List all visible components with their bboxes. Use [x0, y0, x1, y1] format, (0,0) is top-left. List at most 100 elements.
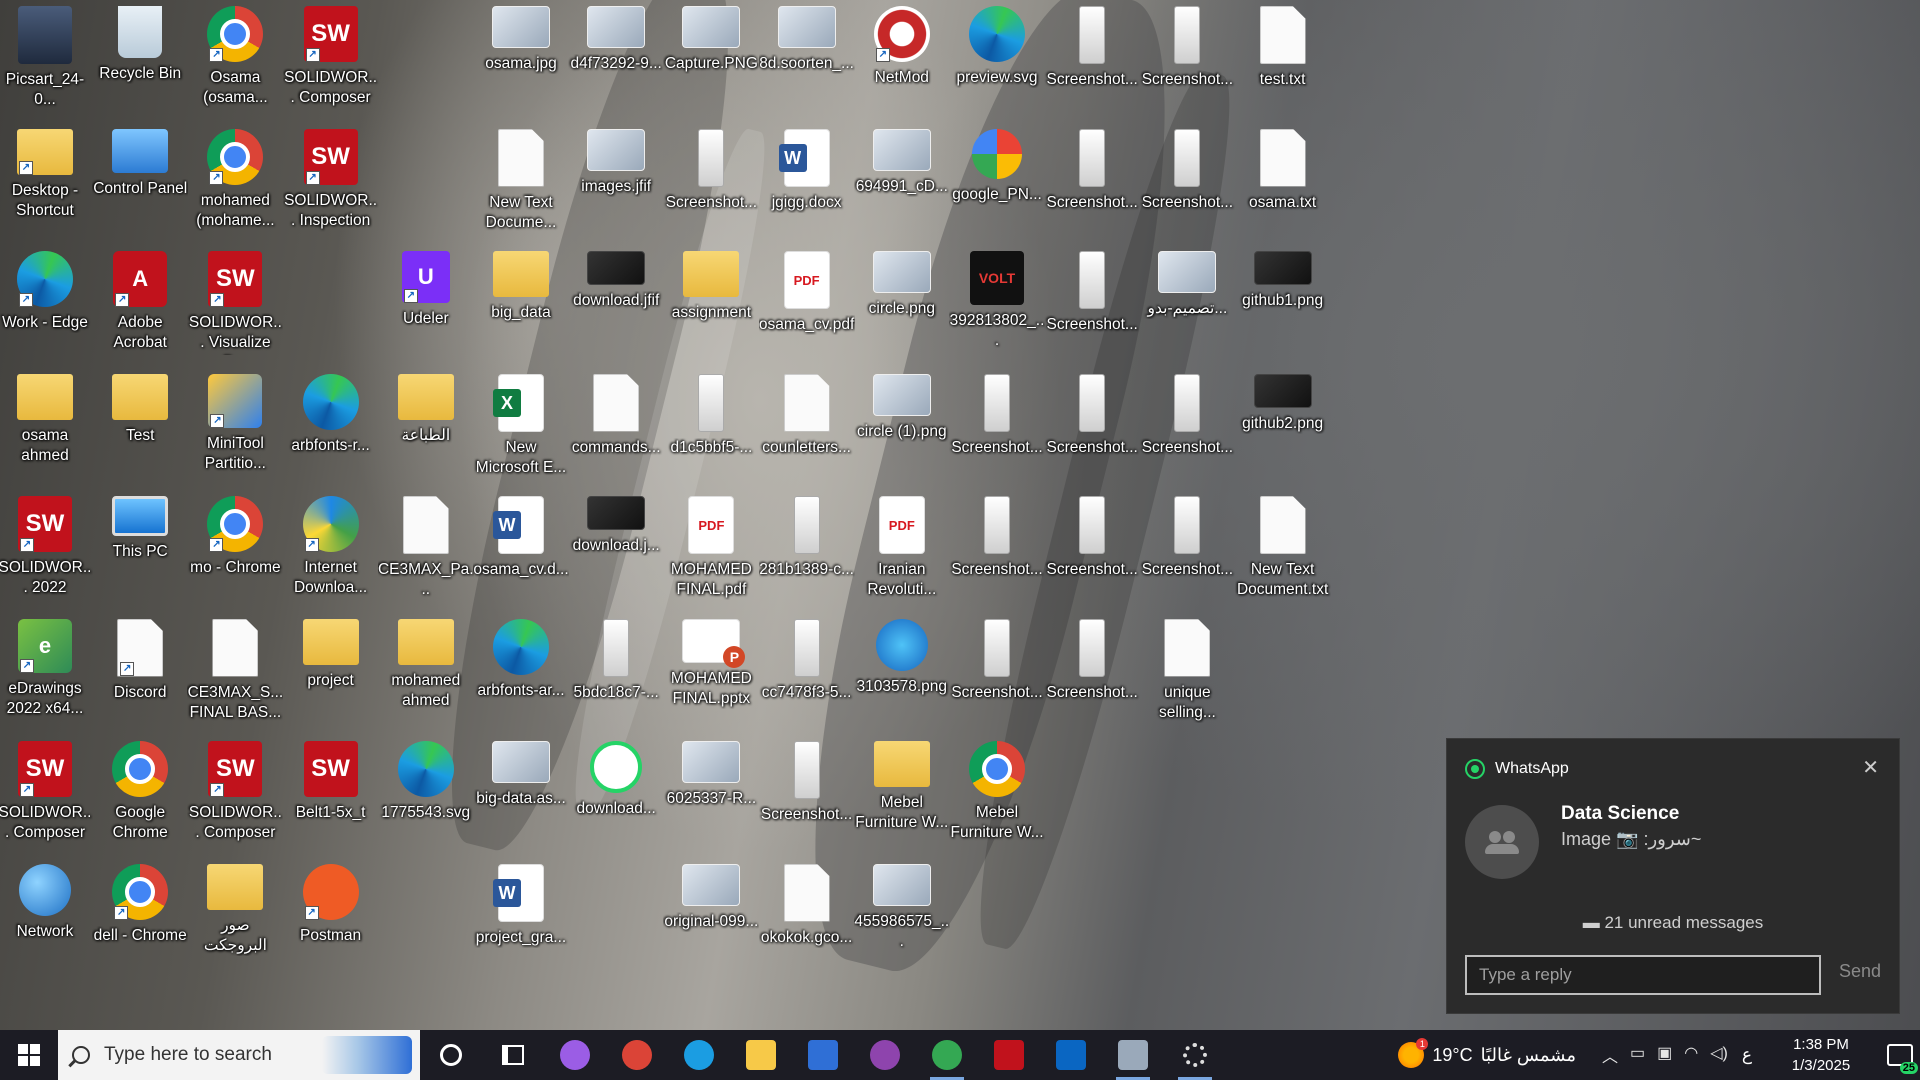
desktop-icon[interactable]: unique selling...: [1141, 613, 1233, 731]
desktop-icon[interactable]: Google Chrome: [94, 735, 186, 853]
desktop-icon[interactable]: ↗ Discord: [94, 613, 186, 731]
desktop-icon[interactable]: Picsart_24-0...: [0, 0, 91, 118]
desktop-icon[interactable]: New Microsoft E...: [475, 368, 567, 486]
desktop-icon[interactable]: ↗ Internet Downloa...: [285, 490, 377, 608]
desktop-icon[interactable]: ↗ mo - Chrome: [189, 490, 281, 608]
desktop-icon[interactable]: SW↗ SOLIDWOR... Composer ...: [0, 735, 92, 853]
desktop-icon[interactable]: Screenshot...: [1046, 368, 1138, 486]
desktop-icon[interactable]: Control Panel: [93, 123, 187, 241]
desktop-icon[interactable]: ↗ dell - Chrome: [94, 858, 187, 976]
desktop-icon[interactable]: google_PN...: [951, 123, 1043, 241]
desktop-icon[interactable]: github1.png: [1237, 245, 1329, 363]
taskbar-app-edge[interactable]: [668, 1030, 730, 1080]
desktop-icon[interactable]: jgigg.docx: [761, 123, 853, 241]
close-icon[interactable]: ✕: [1862, 755, 1879, 780]
desktop-icon[interactable]: test.txt: [1237, 0, 1329, 118]
desktop-icon[interactable]: ↗ mohamed (mohame...: [189, 123, 281, 241]
desktop-icon[interactable]: 694991_cD...: [856, 123, 948, 241]
desktop-icon[interactable]: Screenshot...: [1046, 613, 1138, 731]
desktop-icon[interactable]: okokok.gco...: [761, 858, 853, 976]
desktop-icon[interactable]: original-099...: [664, 858, 758, 976]
desktop-icon[interactable]: cc7478f3-5...: [761, 613, 853, 731]
desktop-icon[interactable]: d4f73292-9...: [570, 0, 662, 118]
desktop-icon[interactable]: commands...: [570, 368, 662, 486]
desktop-icon[interactable]: 5bdc18c7-...: [570, 613, 662, 731]
desktop-icon[interactable]: صور البروجكت: [189, 858, 281, 976]
desktop-icon[interactable]: osama.jpg: [475, 0, 567, 118]
desktop-icon[interactable]: ↗ NetMod: [856, 0, 948, 118]
desktop-icon[interactable]: Screenshot...: [951, 490, 1043, 608]
desktop-icon[interactable]: VOLT 392813802_...: [950, 245, 1044, 363]
taskbar-app-acrobat[interactable]: [978, 1030, 1040, 1080]
desktop-icon[interactable]: ↗ Desktop - Shortcut: [0, 123, 91, 241]
taskbar-app-chrome[interactable]: [606, 1030, 668, 1080]
desktop-icon[interactable]: ↗ Postman: [285, 858, 377, 976]
meet-now-icon[interactable]: ▣: [1657, 1043, 1672, 1067]
desktop-icon[interactable]: PDF MOHAMED FINAL.pdf: [665, 490, 757, 608]
desktop-icon[interactable]: CE3MAX_S... FINAL BAS...: [188, 613, 283, 731]
desktop-icon[interactable]: SW↗ SOLIDWOR... Inspection ...: [284, 123, 377, 241]
desktop-icon[interactable]: الطباعة: [380, 368, 472, 486]
clock[interactable]: 1:38 PM 1/3/2025: [1776, 1034, 1866, 1076]
desktop-icon[interactable]: counletters...: [761, 368, 853, 486]
desktop-icon[interactable]: e ↗ eDrawings 2022 x64...: [0, 613, 91, 731]
desktop-icon[interactable]: PDF Iranian Revoluti...: [856, 490, 948, 608]
taskbar-app-task-view[interactable]: [482, 1030, 544, 1080]
desktop-icon[interactable]: 6025337-R...: [665, 735, 757, 853]
desktop-icon[interactable]: Mebel Furniture W...: [950, 735, 1044, 853]
taskbar-app-cortana[interactable]: [420, 1030, 482, 1080]
send-button[interactable]: Send: [1839, 961, 1881, 982]
desktop-icon[interactable]: osama_cv.d...: [473, 490, 569, 608]
desktop-icon[interactable]: SW ↗ SOLIDWOR... 2022: [0, 490, 92, 608]
desktop-icon[interactable]: Screenshot...: [951, 368, 1043, 486]
taskbar-app-copilot[interactable]: [544, 1030, 606, 1080]
notification-center-button[interactable]: 25: [1880, 1030, 1920, 1080]
desktop-icon[interactable]: arbfonts-r...: [285, 368, 377, 486]
desktop-icon[interactable]: Network: [0, 858, 91, 976]
desktop-icon[interactable]: mohamed ahmed: [380, 613, 472, 731]
desktop-icon[interactable]: CE3MAX_Pa...: [378, 490, 474, 608]
desktop-icon[interactable]: Mebel Furniture W...: [855, 735, 948, 853]
desktop-icon[interactable]: Screenshot...: [1046, 0, 1138, 118]
desktop-icon[interactable]: A ↗ Adobe Acrobat: [94, 245, 186, 363]
desktop-icon[interactable]: download.j...: [570, 490, 662, 608]
volume-icon[interactable]: ◁): [1710, 1043, 1728, 1067]
desktop-icon[interactable]: big-data.as...: [475, 735, 567, 853]
desktop-icon[interactable]: ↗ Osama (osama...: [189, 0, 281, 118]
desktop-icon[interactable]: 455986575_...: [854, 858, 949, 976]
desktop-icon[interactable]: circle (1).png: [856, 368, 948, 486]
taskbar-app-snipping[interactable]: [1102, 1030, 1164, 1080]
whatsapp-notification[interactable]: WhatsApp ✕ Data Science Image 📷 :سرور~ ▬…: [1446, 738, 1900, 1014]
chevron-up-icon[interactable]: ︿: [1602, 1043, 1618, 1067]
desktop-icon[interactable]: SW↗ SOLIDWOR... Composer ...: [189, 735, 282, 853]
taskbar-app-outlook[interactable]: [1040, 1030, 1102, 1080]
desktop-icon[interactable]: تصميم-بدو...: [1141, 245, 1233, 363]
desktop-icon[interactable]: assignment: [665, 245, 757, 363]
taskbar-app-microsoft-store[interactable]: [792, 1030, 854, 1080]
desktop-icon[interactable]: Screenshot...: [1046, 123, 1138, 241]
desktop-icon[interactable]: download...: [570, 735, 662, 853]
desktop-icon[interactable]: osama.txt: [1237, 123, 1329, 241]
desktop-icon[interactable]: Screenshot...: [1141, 123, 1233, 241]
desktop-icon[interactable]: ↗ MiniTool Partitio...: [189, 368, 281, 486]
desktop-icon[interactable]: New Text Document.txt: [1237, 490, 1329, 608]
desktop-icon[interactable]: download.jfif: [570, 245, 662, 363]
desktop-icon[interactable]: circle.png: [856, 245, 948, 363]
desktop-icon[interactable]: Screenshot...: [1046, 245, 1138, 363]
desktop-icon[interactable]: 1775543.svg: [380, 735, 472, 853]
desktop-icon[interactable]: project: [285, 613, 377, 731]
desktop-icon[interactable]: Recycle Bin: [94, 0, 186, 118]
desktop-icon[interactable]: 281b1389-c...: [759, 490, 854, 608]
desktop-icon[interactable]: SW Belt1-5x_t: [285, 735, 377, 853]
desktop-icon[interactable]: Test: [94, 368, 186, 486]
desktop-icon[interactable]: Screenshot...: [665, 123, 757, 241]
desktop-icon[interactable]: github2.png: [1237, 368, 1329, 486]
taskbar-app-media-player[interactable]: [854, 1030, 916, 1080]
start-button[interactable]: [0, 1030, 58, 1080]
desktop-icon[interactable]: project_gra...: [475, 858, 567, 976]
taskbar-app-file-explorer[interactable]: [730, 1030, 792, 1080]
weather-widget[interactable]: 1 19°C مشمس غالبًا: [1398, 1038, 1576, 1068]
desktop-icon[interactable]: Screenshot...: [1141, 490, 1233, 608]
wifi-icon[interactable]: ◠: [1684, 1043, 1698, 1067]
desktop-icon[interactable]: preview.svg: [951, 0, 1043, 118]
